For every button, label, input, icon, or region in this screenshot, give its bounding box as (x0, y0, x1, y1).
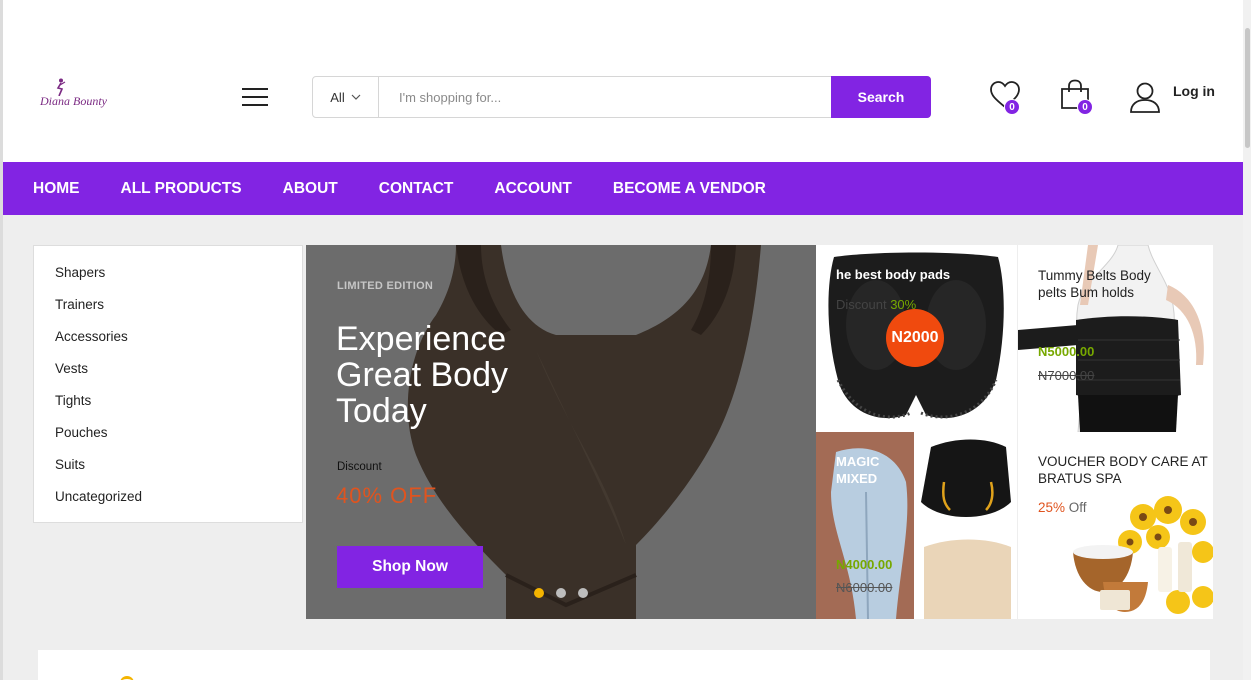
hero-slider[interactable]: LIMITED EDITION Experience Great Body To… (306, 245, 816, 619)
nav-item-become-vendor[interactable]: BECOME A VENDOR (613, 180, 766, 198)
search-category-select[interactable]: All (313, 77, 379, 117)
category-item[interactable]: Suits (55, 457, 85, 472)
category-item[interactable]: Vests (55, 361, 88, 376)
wishlist-count-badge: 0 (1004, 99, 1020, 115)
scrollbar-thumb[interactable] (1245, 28, 1250, 148)
slider-dot-1[interactable] (534, 588, 544, 598)
body-pads-discount-label: Discount (836, 297, 887, 312)
body-pads-title: he best body pads (836, 267, 951, 282)
next-section-card (38, 650, 1210, 680)
tummy-belts-title: Tummy Belts Body pelts Bum holds (1038, 268, 1151, 300)
promo-voucher[interactable]: VOUCHER BODY CARE AT BRATUS SPA 25% Off (1018, 432, 1213, 619)
wishlist-button[interactable]: 0 (989, 80, 1023, 115)
cart-count-badge: 0 (1077, 99, 1093, 115)
promo-magic-mixed[interactable]: MAGIC MIXED N4000.00 N6000.00 (816, 432, 1017, 619)
body-pads-price-badge: N2000 (886, 309, 944, 367)
nav-item-account[interactable]: ACCOUNT (494, 180, 572, 198)
tummy-belts-old-price: N7000.00 (1038, 368, 1095, 383)
category-item[interactable]: Tights (55, 393, 91, 408)
cart-button[interactable]: 0 (1059, 79, 1093, 115)
search-input[interactable] (379, 77, 831, 117)
hero-discount-label: Discount (337, 461, 382, 473)
voucher-discount: 25% Off (1038, 500, 1087, 515)
hero-tag: LIMITED EDITION (337, 280, 434, 292)
promo-body-pads[interactable]: he best body pads Discount 30% N2000 (816, 245, 1017, 432)
nav-item-home[interactable]: HOME (33, 180, 80, 198)
voucher-discount-suffix: Off (1068, 500, 1087, 515)
category-item[interactable]: Shapers (55, 265, 105, 280)
hero-discount-value: 40% OFF (336, 483, 438, 508)
search-category-value: All (330, 89, 345, 105)
search-button[interactable]: Search (831, 76, 931, 118)
voucher-title: VOUCHER BODY CARE AT BRATUS SPA (1038, 454, 1208, 486)
hero-title: Experience Great Body Today (336, 320, 508, 430)
tummy-belts-new-price: N5000.00 (1038, 344, 1095, 359)
shop-now-button[interactable]: Shop Now (337, 546, 483, 588)
category-item[interactable]: Accessories (55, 329, 128, 344)
voucher-discount-value: 25% (1038, 500, 1066, 515)
site-logo[interactable]: Diana Bounty (38, 78, 118, 112)
slider-dot-2[interactable] (556, 588, 566, 598)
promo-tummy-belts[interactable]: Tummy Belts Body pelts Bum holds N5000.0… (1018, 245, 1213, 432)
category-item[interactable]: Trainers (55, 297, 104, 312)
login-link[interactable]: Log in (1173, 83, 1215, 99)
page: Diana Bounty All Search 0 0 Log in (0, 0, 1251, 680)
page-scrollbar[interactable] (1243, 0, 1251, 680)
account-button[interactable] (1129, 81, 1163, 115)
search-bar: All Search (312, 76, 931, 118)
logo-text: Diana Bounty (40, 94, 107, 108)
magic-mixed-title: MAGIC MIXED (836, 454, 880, 486)
magic-mixed-old-price: N6000.00 (836, 580, 893, 595)
nav-item-all-products[interactable]: ALL PRODUCTS (121, 180, 242, 198)
slider-dot-3[interactable] (578, 588, 588, 598)
nav-item-contact[interactable]: CONTACT (379, 180, 454, 198)
category-item[interactable]: Uncategorized (55, 489, 142, 504)
user-icon (1130, 82, 1160, 113)
category-sidebar: Shapers Trainers Accessories Vests Tight… (33, 245, 303, 523)
magic-mixed-new-price: N4000.00 (836, 557, 893, 572)
chevron-down-icon (351, 94, 361, 100)
category-item[interactable]: Pouches (55, 425, 108, 440)
nav-item-about[interactable]: ABOUT (283, 180, 338, 198)
main-nav: HOME ALL PRODUCTS ABOUT CONTACT ACCOUNT … (3, 162, 1243, 215)
menu-hamburger-icon[interactable] (242, 88, 268, 106)
